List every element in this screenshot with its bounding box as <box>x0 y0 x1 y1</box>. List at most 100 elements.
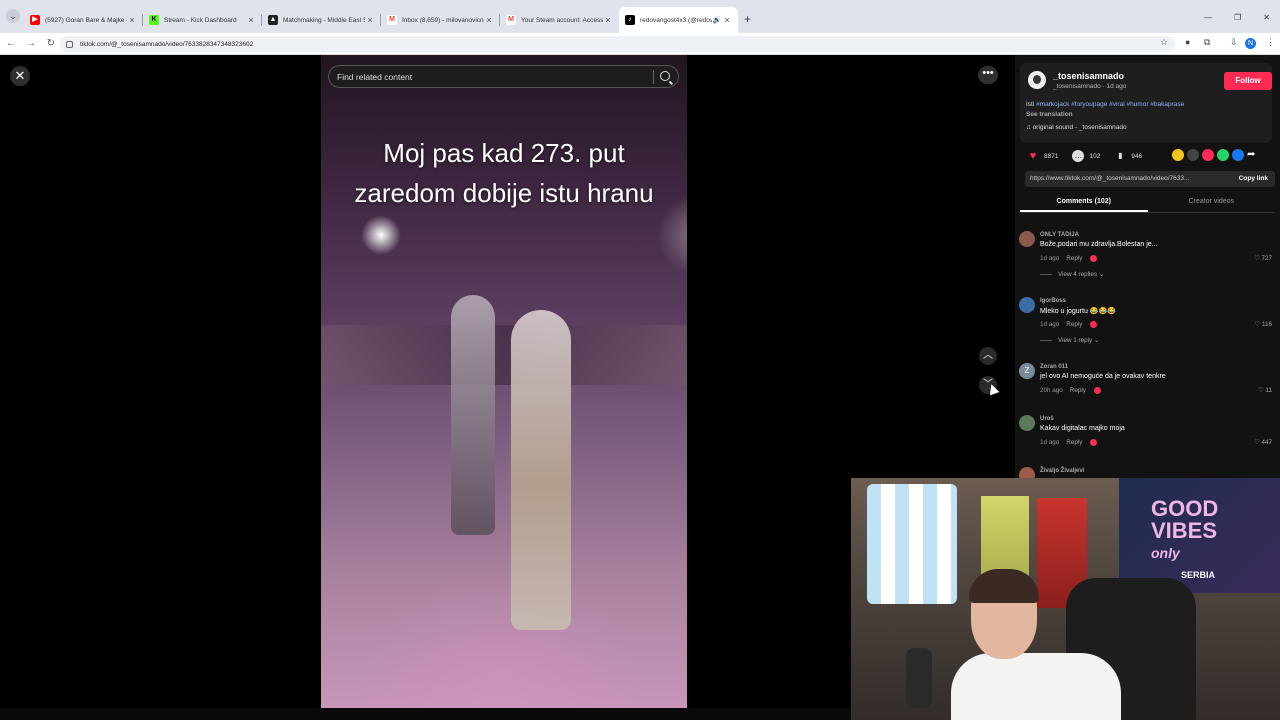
facebook-icon[interactable] <box>1232 149 1244 161</box>
bookmark-star-icon[interactable]: ☆ <box>1160 37 1168 48</box>
tab-close-icon[interactable]: × <box>127 15 137 25</box>
profile-avatar[interactable]: N <box>1245 38 1256 49</box>
tab-close-icon[interactable]: × <box>603 15 613 25</box>
gift-icon <box>1090 255 1098 262</box>
flag-text: GOOD VIBES only SERBIA <box>1151 498 1218 586</box>
comment-text: jel ovo AI nemoguće da je ovakav tenkre <box>1040 373 1166 380</box>
tab-close-icon[interactable]: × <box>722 15 732 25</box>
author-username[interactable]: _tosenisamnado <box>1053 71 1124 81</box>
reload-icon[interactable]: ↻ <box>42 38 60 49</box>
browser-tab-2[interactable]: K Stream - Kick Dashboard × <box>143 7 262 33</box>
view-replies-link[interactable]: View 4 replies ⌄ <box>1040 271 1104 278</box>
copy-link-button[interactable]: Copy link <box>1239 171 1268 187</box>
more-options-icon[interactable]: ••• <box>978 66 998 84</box>
flag-text-line: GOOD <box>1151 496 1219 521</box>
comment-button[interactable]: … 102 <box>1072 150 1100 162</box>
commenter-name[interactable]: Uroš <box>1040 416 1054 422</box>
close-icon[interactable]: ✕ <box>10 66 30 86</box>
engagement-stats: ♥ 8871 … 102 ▮ 946 <box>1027 149 1156 163</box>
reply-button[interactable]: Reply <box>1066 321 1082 328</box>
extensions-puzzle-icon[interactable]: ⧉ <box>1204 37 1210 48</box>
commenter-name[interactable]: IgorBoss <box>1040 298 1066 304</box>
maximize-icon[interactable]: ❐ <box>1234 13 1241 22</box>
comment-likes[interactable]: ♡ 11 <box>1258 387 1272 394</box>
commenter-name[interactable]: ONLY TADIJA <box>1040 232 1079 238</box>
comment-like-count: 727 <box>1261 255 1272 262</box>
tab-title: Stream - Kick Dashboard <box>164 16 237 24</box>
back-icon[interactable]: ← <box>2 38 20 49</box>
search-icon[interactable] <box>660 71 670 81</box>
forward-icon[interactable]: → <box>22 38 40 49</box>
comment-like-count: 116 <box>1261 321 1272 328</box>
streamer-hair <box>969 569 1039 603</box>
save-count: 946 <box>1131 152 1143 160</box>
url-field[interactable]: tiktok.com/@_tosenisamnado/video/7633828… <box>60 36 1175 52</box>
browser-tab-strip: ⌄ ▶ (5927) Goran Bare & Majke - 3x × K S… <box>0 0 1280 33</box>
browser-tab-4[interactable]: M Inbox (8,659) - milovanovicnem × <box>381 7 500 33</box>
video-link-text: https://www.tiktok.com/@_tosenisamnado/v… <box>1030 175 1190 182</box>
reply-button[interactable]: Reply <box>1066 255 1082 262</box>
browser-menu-icon[interactable]: ⋮ <box>1266 37 1275 48</box>
new-tab-button[interactable]: + <box>744 12 751 26</box>
post-description: Isti #markojack #foryoupage #viral #humo… <box>1026 101 1184 108</box>
whatsapp-icon[interactable] <box>1217 149 1229 161</box>
video-figure <box>451 295 495 535</box>
comment-meta: 1d ago Reply <box>1040 321 1098 328</box>
browser-tab-3[interactable]: ▲ Matchmaking - Middle East 5v5 × <box>262 7 381 33</box>
comment-likes[interactable]: ♡ 447 <box>1254 439 1272 446</box>
see-translation-link[interactable]: See translation <box>1026 111 1073 118</box>
close-window-icon[interactable]: ✕ <box>1263 13 1270 22</box>
friends-share-icon[interactable] <box>1202 149 1214 161</box>
commenter-name[interactable]: Zoran 011 <box>1040 364 1068 370</box>
find-related-search[interactable]: Find related content <box>328 65 679 88</box>
browser-tab-1[interactable]: ▶ (5927) Goran Bare & Majke - 3x × <box>24 7 143 33</box>
tab-comments[interactable]: Comments (102) <box>1020 195 1148 212</box>
speaker-icon[interactable]: 🔊 <box>712 16 722 24</box>
search-input[interactable]: Find related content <box>337 72 412 82</box>
comment-likes[interactable]: ♡ 116 <box>1255 321 1272 328</box>
tab-title: Your Steam account: Access fro <box>521 16 603 24</box>
tab-search-button[interactable]: ⌄ <box>6 9 20 23</box>
reply-button[interactable]: Reply <box>1070 387 1086 394</box>
like-button[interactable]: ♥ 8871 <box>1027 150 1059 162</box>
post-info-card: _tosenisamnado _tosenisamnado · 1d ago F… <box>1020 63 1272 143</box>
comment-like-count: 447 <box>1261 439 1272 446</box>
comment-meta: 20h ago Reply <box>1040 387 1101 394</box>
tab-close-icon[interactable]: × <box>246 15 256 25</box>
tab-creator-videos[interactable]: Creator videos <box>1148 195 1276 212</box>
youtube-favicon-icon: ▶ <box>30 15 40 25</box>
follow-button[interactable]: Follow <box>1224 72 1272 90</box>
previous-video-chevron-up-icon[interactable]: ︿ <box>979 347 997 365</box>
commenter-avatar[interactable]: Z <box>1019 363 1035 379</box>
share-options: ➦ <box>1172 149 1259 161</box>
browser-tab-5[interactable]: M Your Steam account: Access fro × <box>500 7 619 33</box>
share-arrow-icon[interactable]: ➦ <box>1247 149 1259 161</box>
view-replies-link[interactable]: View 1 reply ⌄ <box>1040 337 1099 344</box>
downloads-icon[interactable]: ⇩ <box>1230 37 1238 48</box>
bookmark-icon: ▮ <box>1118 151 1123 160</box>
author-avatar[interactable] <box>1028 71 1046 89</box>
embed-icon[interactable] <box>1187 149 1199 161</box>
original-sound[interactable]: ♫ original sound - _tosenisamnado <box>1026 124 1127 131</box>
commenter-avatar[interactable] <box>1019 231 1035 247</box>
hashtags[interactable]: #markojack #foryoupage #viral #humor #ba… <box>1036 101 1184 108</box>
minimize-icon[interactable]: — <box>1204 13 1212 22</box>
commenter-name[interactable]: Živaljo Živaljevi <box>1040 468 1084 474</box>
tab-close-icon[interactable]: × <box>484 15 494 25</box>
save-button[interactable]: ▮ 946 <box>1114 150 1142 162</box>
comment-time: 20h ago <box>1040 387 1063 395</box>
gmail-favicon-icon: M <box>387 15 397 25</box>
tab-close-icon[interactable]: × <box>365 15 375 25</box>
browser-tab-6-active[interactable]: ♪ redovangost4x3 (@redovan 🔊 × <box>619 7 738 33</box>
comment-likes[interactable]: ♡ 727 <box>1254 255 1272 262</box>
emoji-share-icon[interactable] <box>1172 149 1184 161</box>
kick-favicon-icon: K <box>149 15 159 25</box>
extension-icon[interactable]: ● <box>1185 37 1190 47</box>
video-player[interactable]: Moj pas kad 273. put zaredom dobije istu… <box>321 55 687 708</box>
view-replies-label: View 1 reply <box>1058 337 1093 344</box>
comment-time: 1d ago <box>1040 439 1060 447</box>
commenter-avatar[interactable] <box>1019 297 1035 313</box>
commenter-avatar[interactable] <box>1019 415 1035 431</box>
reply-button[interactable]: Reply <box>1066 439 1082 446</box>
site-info-icon[interactable] <box>66 40 73 48</box>
